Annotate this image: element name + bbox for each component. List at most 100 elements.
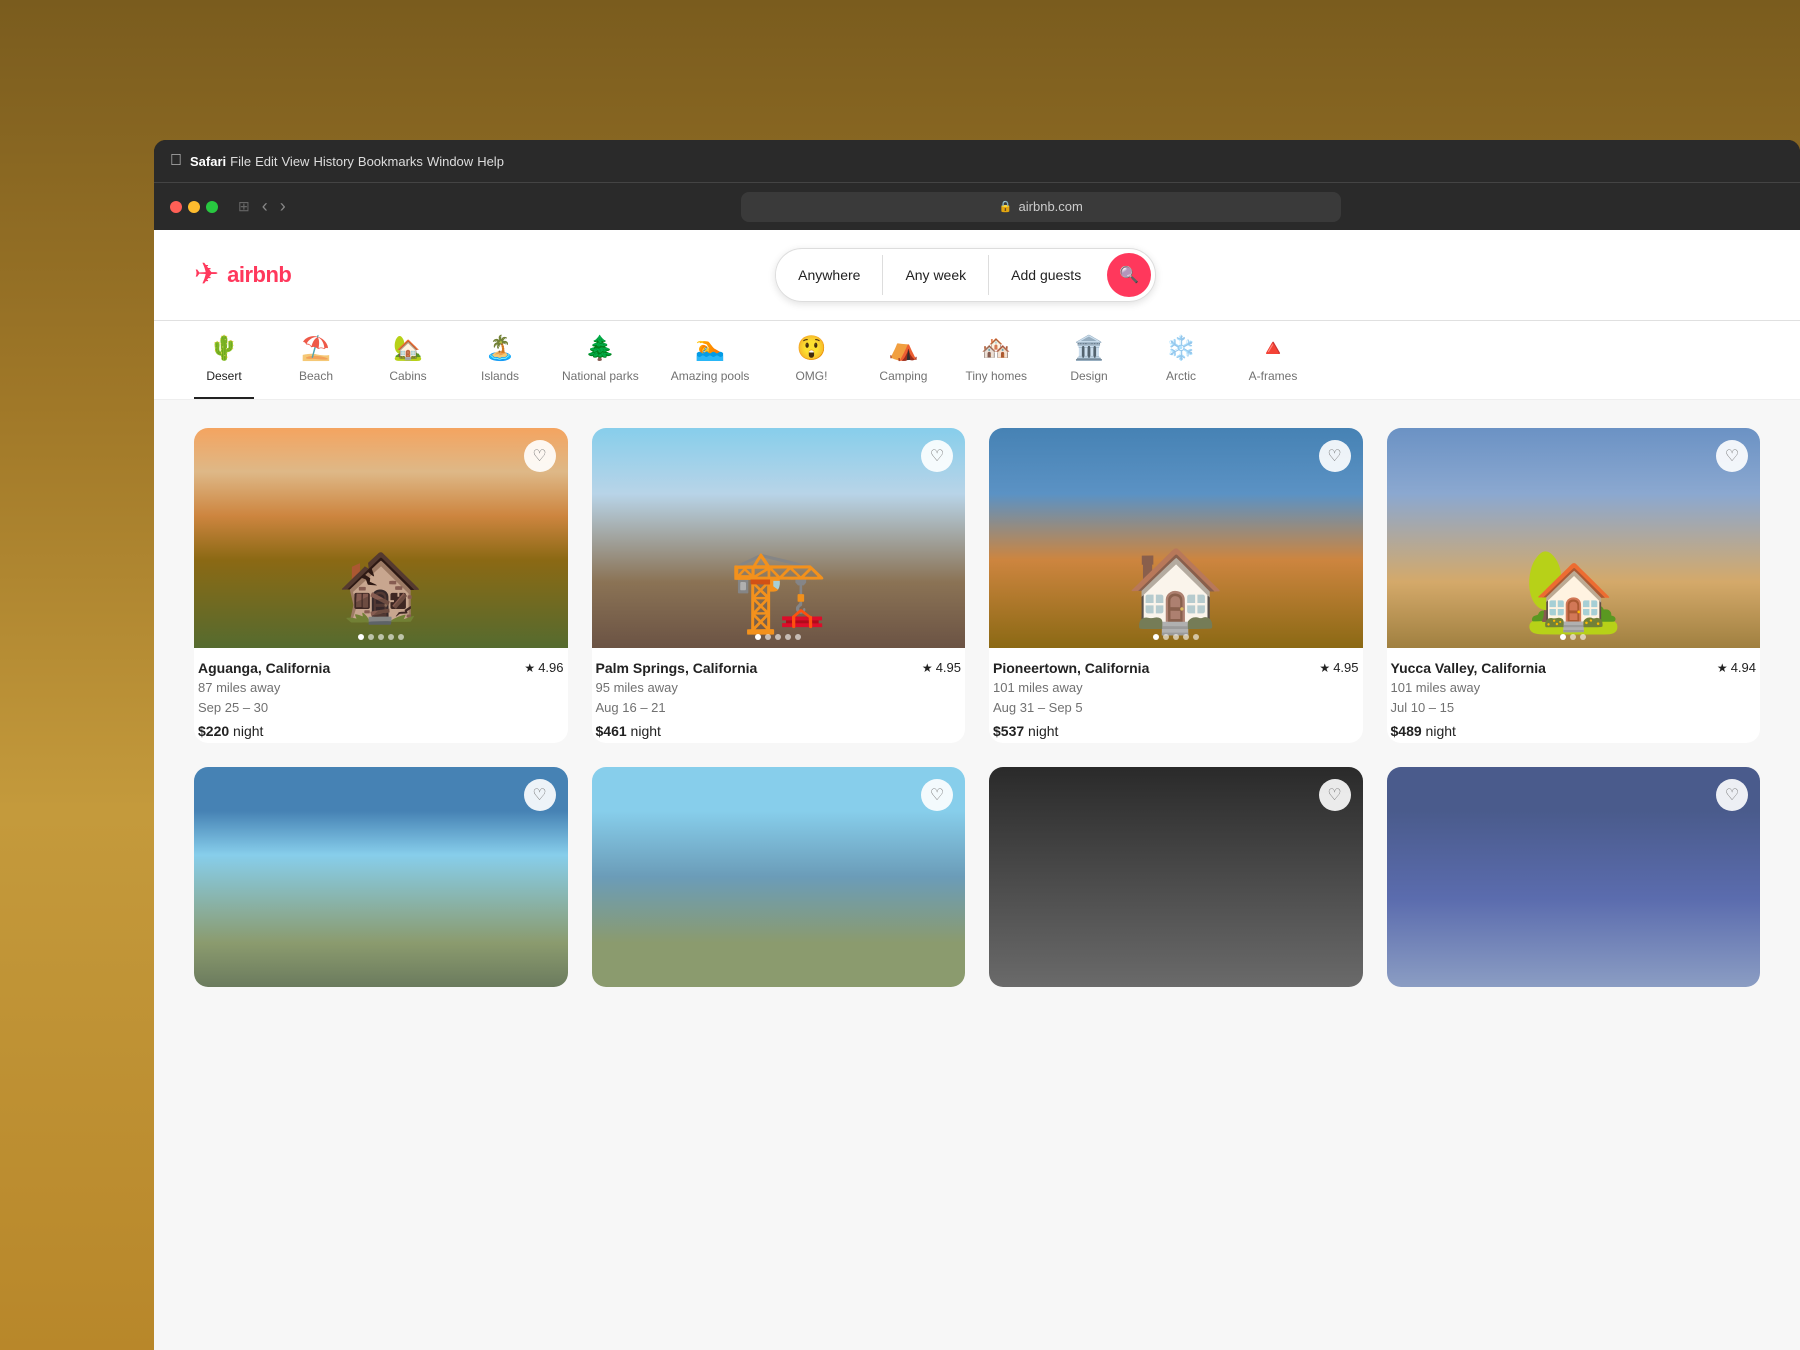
listing-photo-3 (989, 428, 1363, 648)
listing-photo-5 (194, 767, 568, 987)
listing-info-4: Yucca Valley, California ★ 4.94 101 mile… (1387, 648, 1761, 743)
back-button[interactable]: ‹ (262, 196, 268, 217)
category-beach[interactable]: ⛱️ Beach (286, 337, 346, 399)
listing-location-3: Pioneertown, California (993, 660, 1149, 676)
rating-value-4: 4.94 (1731, 660, 1756, 675)
a-frames-icon: 🔺 (1258, 337, 1288, 361)
sidebar-toggle-icon[interactable]: ⊞ (238, 198, 250, 215)
menubar-help[interactable]: Help (477, 154, 504, 169)
search-bar[interactable]: Anywhere Any week Add guests 🔍 (775, 248, 1156, 302)
rating-value-3: 4.95 (1333, 660, 1358, 675)
menubar-window[interactable]: Window (427, 154, 473, 169)
dot-3-1 (1153, 634, 1159, 640)
rating-value-1: 4.96 (538, 660, 563, 675)
dot-1-4 (388, 634, 394, 640)
listing-header-2: Palm Springs, California ★ 4.95 (592, 660, 966, 676)
listing-card-8[interactable]: ♡ (1387, 767, 1761, 987)
menubar-bookmarks[interactable]: Bookmarks (358, 154, 423, 169)
category-omg[interactable]: 😲 OMG! (781, 337, 841, 399)
favorite-button-5[interactable]: ♡ (524, 779, 556, 811)
star-icon-4: ★ (1717, 661, 1728, 675)
category-camping[interactable]: ⛺ Camping (873, 337, 933, 399)
listing-location-4: Yucca Valley, California (1391, 660, 1546, 676)
add-guests-button[interactable]: Add guests (989, 255, 1103, 295)
listing-card-7[interactable]: ♡ (989, 767, 1363, 987)
category-camping-label: Camping (879, 369, 927, 383)
dot-1-1 (358, 634, 364, 640)
price-amount-3: $537 (993, 723, 1024, 739)
listing-header-1: Aguanga, California ★ 4.96 (194, 660, 568, 676)
forward-button[interactable]: › (280, 196, 286, 217)
listing-header-3: Pioneertown, California ★ 4.95 (989, 660, 1363, 676)
favorite-button-4[interactable]: ♡ (1716, 440, 1748, 472)
amazing-pools-icon: 🏊 (695, 337, 725, 361)
listing-card-3[interactable]: ♡ Pioneertown, California (989, 428, 1363, 743)
design-icon: 🏛️ (1074, 337, 1104, 361)
omg-icon: 😲 (796, 337, 826, 361)
laptop-screen:  Safari File Edit View History Bookmark… (154, 140, 1800, 1350)
menubar-edit[interactable]: Edit (255, 154, 277, 169)
listing-dates-4: Jul 10 – 15 (1387, 698, 1761, 718)
cabins-icon: 🏡 (393, 337, 423, 361)
airbnb-header: ✈ airbnb Anywhere Any week Add guests 🔍 (154, 230, 1800, 321)
star-icon-3: ★ (1319, 661, 1330, 675)
dot-3-3 (1173, 634, 1179, 640)
dot-1-2 (368, 634, 374, 640)
listing-distance-3: 101 miles away (989, 678, 1363, 698)
menubar-safari[interactable]: Safari (190, 154, 226, 169)
close-button[interactable] (170, 201, 182, 213)
dot-2-1 (755, 634, 761, 640)
address-bar[interactable]: 🔒 airbnb.com (741, 192, 1341, 222)
category-national-parks[interactable]: 🌲 National parks (562, 337, 639, 399)
category-islands-label: Islands (481, 369, 519, 383)
category-tiny-homes[interactable]: 🏘️ Tiny homes (965, 337, 1027, 399)
dot-3-4 (1183, 634, 1189, 640)
listing-image-7: ♡ (989, 767, 1363, 987)
any-week-button[interactable]: Any week (883, 255, 989, 295)
airbnb-logo[interactable]: ✈ airbnb (194, 260, 291, 290)
category-arctic-label: Arctic (1166, 369, 1196, 383)
star-icon-2: ★ (922, 661, 933, 675)
favorite-button-8[interactable]: ♡ (1716, 779, 1748, 811)
listing-card-6[interactable]: ♡ (592, 767, 966, 987)
favorite-button-3[interactable]: ♡ (1319, 440, 1351, 472)
favorite-button-6[interactable]: ♡ (921, 779, 953, 811)
listing-card-2[interactable]: ♡ Palm Springs, California (592, 428, 966, 743)
favorite-button-1[interactable]: ♡ (524, 440, 556, 472)
category-amazing-pools[interactable]: 🏊 Amazing pools (671, 337, 750, 399)
category-arctic[interactable]: ❄️ Arctic (1151, 337, 1211, 399)
minimize-button[interactable] (188, 201, 200, 213)
favorite-button-2[interactable]: ♡ (921, 440, 953, 472)
listing-header-4: Yucca Valley, California ★ 4.94 (1387, 660, 1761, 676)
listing-card-5[interactable]: ♡ (194, 767, 568, 987)
listing-info-3: Pioneertown, California ★ 4.95 101 miles… (989, 648, 1363, 743)
listing-distance-4: 101 miles away (1387, 678, 1761, 698)
category-islands[interactable]: 🏝️ Islands (470, 337, 530, 399)
dot-4-2 (1570, 634, 1576, 640)
price-unit-1: night (233, 723, 263, 739)
menubar-history[interactable]: History (313, 154, 353, 169)
maximize-button[interactable] (206, 201, 218, 213)
listings-section: ♡ Aguanga, California (154, 400, 1800, 1015)
category-omg-label: OMG! (795, 369, 827, 383)
listing-price-2: $461 night (592, 717, 966, 739)
listing-rating-1: ★ 4.96 (524, 660, 563, 675)
image-dots-2 (755, 634, 801, 640)
image-dots-4 (1560, 634, 1586, 640)
category-desert[interactable]: 🌵 Desert (194, 337, 254, 399)
listing-card-4[interactable]: ♡ Yucca Valley, California ★ 4.94 (1387, 428, 1761, 743)
listing-image-6: ♡ (592, 767, 966, 987)
dot-2-3 (775, 634, 781, 640)
dot-2-2 (765, 634, 771, 640)
menubar-view[interactable]: View (282, 154, 310, 169)
category-a-frames[interactable]: 🔺 A-frames (1243, 337, 1303, 399)
category-cabins[interactable]: 🏡 Cabins (378, 337, 438, 399)
tiny-homes-icon: 🏘️ (981, 337, 1011, 361)
menubar-file[interactable]: File (230, 154, 251, 169)
category-design[interactable]: 🏛️ Design (1059, 337, 1119, 399)
listing-card-1[interactable]: ♡ Aguanga, California (194, 428, 568, 743)
anywhere-button[interactable]: Anywhere (776, 255, 883, 295)
search-submit-button[interactable]: 🔍 (1107, 253, 1151, 297)
image-dots-1 (358, 634, 404, 640)
favorite-button-7[interactable]: ♡ (1319, 779, 1351, 811)
